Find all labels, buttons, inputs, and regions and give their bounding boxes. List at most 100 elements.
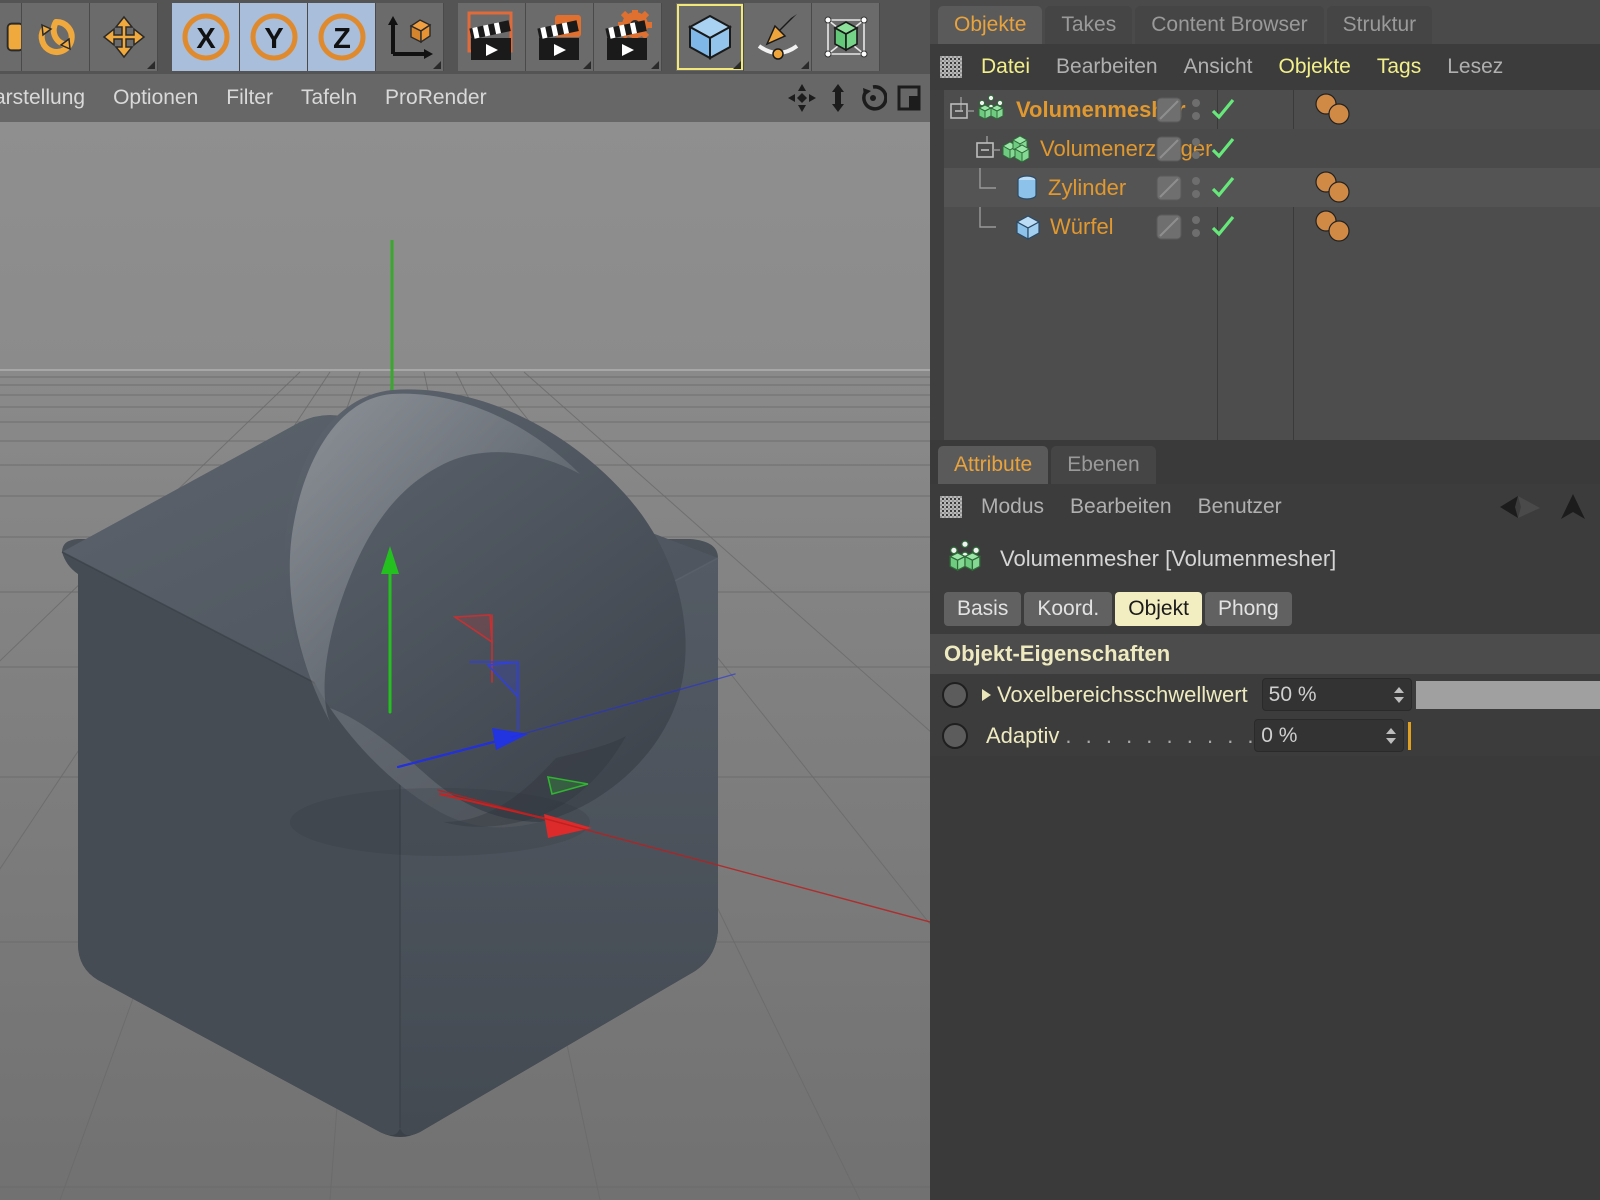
enabled-check-icon[interactable] [1210, 136, 1236, 162]
move-tool-button[interactable] [90, 3, 158, 71]
tab-content-browser[interactable]: Content Browser [1135, 6, 1323, 44]
viewport-menu-prorender[interactable]: ProRender [371, 86, 501, 110]
attribute-manager: Volumenmesher [Volumenmesher] Basis Koor… [930, 530, 1600, 756]
row-toggles[interactable] [1156, 97, 1236, 123]
menu-objekte[interactable]: Objekte [1265, 55, 1363, 79]
visibility-dots-icon[interactable] [1192, 138, 1200, 159]
viewport-menu-darstellung[interactable]: arstellung [0, 86, 99, 110]
row-toggles[interactable] [1156, 214, 1236, 240]
row-toggles[interactable] [1156, 136, 1236, 162]
render-settings-button[interactable] [594, 3, 662, 71]
enabled-check-icon[interactable] [1210, 175, 1236, 201]
rotate-icon [34, 15, 78, 59]
render-settings-icon [601, 10, 655, 64]
volume-mesher-icon [944, 540, 986, 578]
adaptiv-input[interactable]: 0 % [1254, 719, 1404, 752]
subtab-phong[interactable]: Phong [1205, 592, 1292, 626]
object-tags[interactable] [1314, 210, 1358, 244]
viewport-menu-optionen[interactable]: Optionen [99, 86, 212, 110]
visibility-icon[interactable] [1156, 214, 1182, 240]
axis-y-button[interactable]: Y [240, 3, 308, 71]
menu-datei[interactable]: Datei [968, 55, 1043, 79]
generator-cube-icon [821, 12, 871, 62]
menu-bearbeiten[interactable]: Bearbeiten [1043, 55, 1171, 79]
table-row[interactable]: Zylinder [944, 168, 1600, 207]
pen-icon [753, 12, 803, 62]
property-label: Voxelbereichsschwellwert [997, 682, 1248, 708]
expander-triangle-icon[interactable] [982, 689, 991, 701]
tag-icon[interactable] [1314, 171, 1358, 205]
visibility-dots-icon[interactable] [1192, 99, 1200, 120]
menu-ansicht[interactable]: Ansicht [1171, 55, 1266, 79]
voxel-threshold-input[interactable]: 50 % [1262, 678, 1412, 711]
rotate-tool-button[interactable] [22, 3, 90, 71]
visibility-icon[interactable] [1156, 175, 1182, 201]
enabled-check-icon[interactable] [1210, 97, 1236, 123]
visibility-icon[interactable] [1156, 97, 1182, 123]
move-icon [101, 14, 147, 60]
coordinate-system-icon [385, 12, 435, 62]
viewport-menu-filter[interactable]: Filter [212, 86, 287, 110]
menu-benutzer[interactable]: Benutzer [1185, 495, 1295, 519]
menu-modus[interactable]: Modus [968, 495, 1057, 519]
object-manager-scrollbar[interactable] [930, 90, 944, 440]
voxel-threshold-slider[interactable] [1416, 681, 1600, 709]
visibility-dots-icon[interactable] [1192, 177, 1200, 198]
subtab-koord[interactable]: Koord. [1024, 592, 1112, 626]
axis-x-button[interactable]: X [172, 3, 240, 71]
menu-tags[interactable]: Tags [1364, 55, 1434, 79]
tab-takes[interactable]: Takes [1045, 6, 1132, 44]
row-toggles[interactable] [1156, 175, 1236, 201]
table-row[interactable]: Würfel [944, 207, 1600, 246]
render-view-button[interactable] [458, 3, 526, 71]
zoom-icon[interactable] [826, 83, 850, 113]
scale-tool-button[interactable] [0, 3, 22, 71]
transform-tools-group: X Y Z [0, 3, 880, 71]
cube-primitive-button[interactable] [676, 3, 744, 71]
axis-y-label: Y [264, 23, 283, 55]
toolbar-separator-2 [444, 3, 458, 71]
up-arrow-icon[interactable] [1560, 492, 1586, 522]
enabled-check-icon[interactable] [1210, 214, 1236, 240]
maximize-icon[interactable] [896, 83, 922, 113]
panel-grip-icon[interactable] [940, 56, 962, 78]
generator-button[interactable] [812, 3, 880, 71]
visibility-dots-icon[interactable] [1192, 216, 1200, 237]
tab-struktur[interactable]: Struktur [1327, 6, 1433, 44]
object-tags[interactable] [1314, 171, 1358, 205]
panel-grip-icon[interactable] [940, 496, 962, 518]
stepper-icon[interactable] [1393, 685, 1405, 705]
axis-z-button[interactable]: Z [308, 3, 376, 71]
subtab-objekt[interactable]: Objekt [1115, 592, 1202, 626]
spline-pen-button[interactable] [744, 3, 812, 71]
viewport-menu-tafeln[interactable]: Tafeln [287, 86, 371, 110]
expander-minus-icon[interactable] [974, 136, 1000, 162]
tab-attribute[interactable]: Attribute [938, 446, 1048, 484]
viewport-nav-icons [787, 83, 930, 113]
coordinate-system-button[interactable] [376, 3, 444, 71]
subtab-basis[interactable]: Basis [944, 592, 1021, 626]
table-row[interactable]: Volumenmesher [944, 90, 1600, 129]
stepper-icon[interactable] [1385, 726, 1397, 746]
adaptiv-slider[interactable] [1408, 722, 1600, 750]
animate-toggle-icon[interactable] [942, 723, 968, 749]
tag-icon[interactable] [1314, 93, 1358, 127]
back-arrow-icon[interactable] [1498, 492, 1542, 522]
visibility-icon[interactable] [1156, 136, 1182, 162]
expander-minus-icon[interactable] [948, 97, 974, 123]
tag-icon[interactable] [1314, 210, 1358, 244]
render-region-button[interactable] [526, 3, 594, 71]
3d-viewport[interactable] [0, 122, 930, 1200]
animate-toggle-icon[interactable] [942, 682, 968, 708]
tab-objekte[interactable]: Objekte [938, 6, 1042, 44]
dotted-leader: . . . . . . . . . . . . . . . . [1065, 723, 1254, 749]
menu-bearbeiten[interactable]: Bearbeiten [1057, 495, 1185, 519]
tab-ebenen[interactable]: Ebenen [1051, 446, 1155, 484]
property-label: Adaptiv [986, 723, 1059, 749]
object-tags[interactable] [1314, 93, 1358, 127]
object-manager[interactable]: Volumenmesher [930, 90, 1600, 440]
table-row[interactable]: Volumenerzeuger [944, 129, 1600, 168]
rotate-icon[interactable] [859, 83, 887, 113]
pan-icon[interactable] [787, 83, 817, 113]
menu-lesezeichen[interactable]: Lesez [1434, 55, 1516, 79]
